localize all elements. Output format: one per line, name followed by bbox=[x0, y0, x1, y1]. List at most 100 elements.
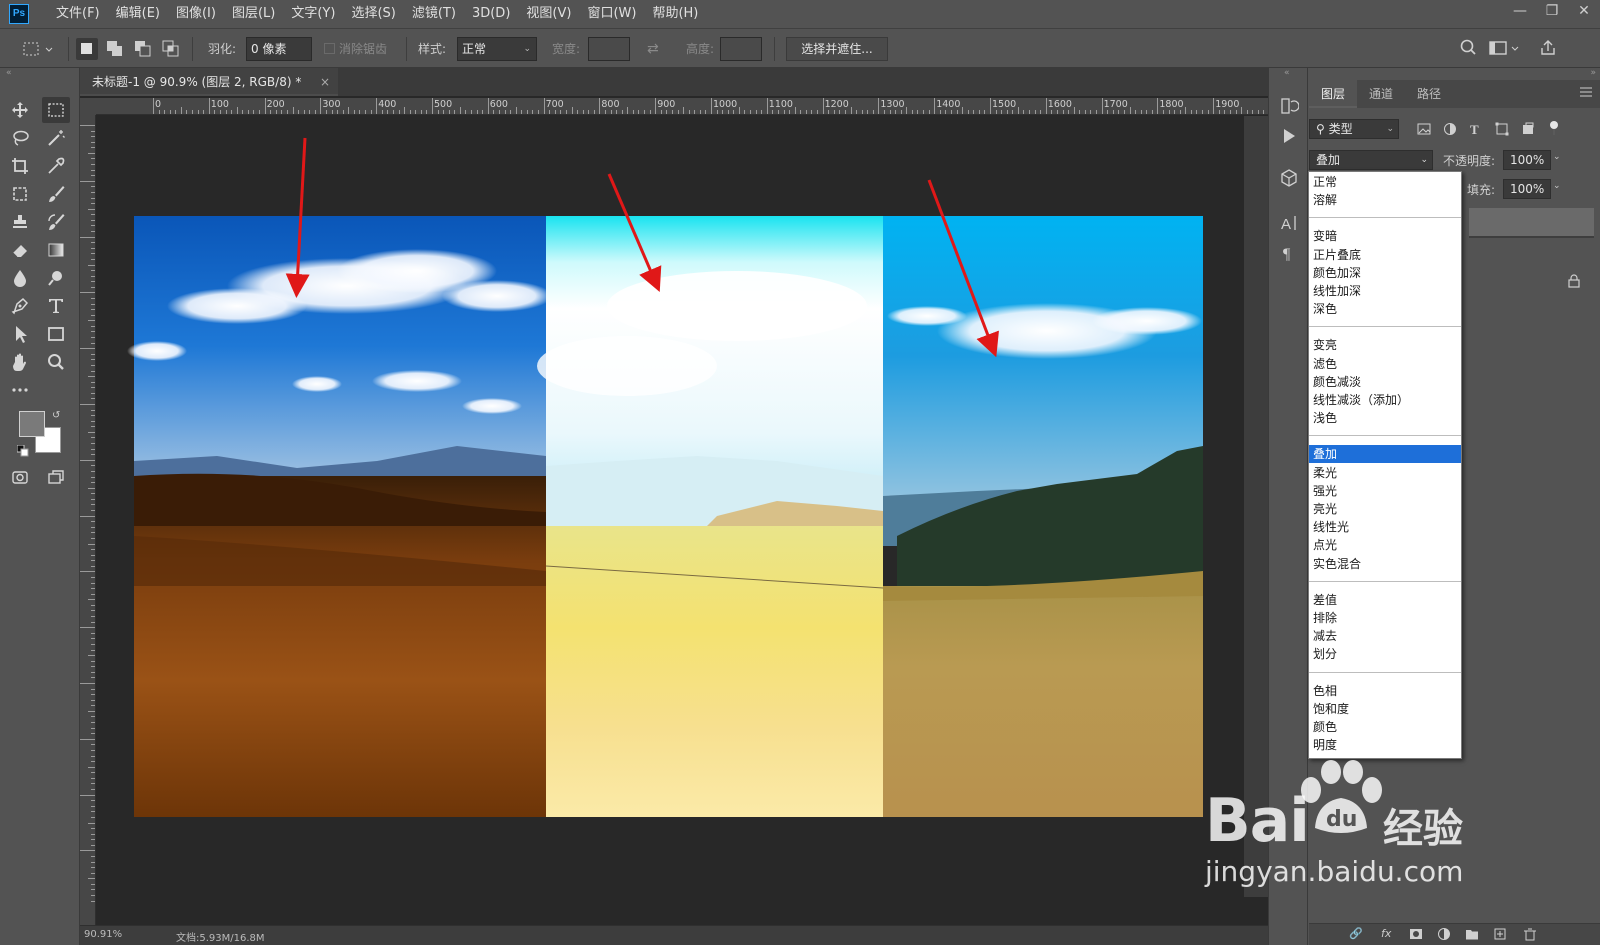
blend-mode-option[interactable]: 颜色 bbox=[1309, 718, 1461, 736]
blend-mode-option[interactable]: 变暗 bbox=[1309, 227, 1461, 245]
fx-icon[interactable]: fx bbox=[1381, 927, 1391, 940]
blend-mode-option[interactable]: 变亮 bbox=[1309, 336, 1461, 354]
blend-mode-option[interactable]: 减去 bbox=[1309, 627, 1461, 645]
blend-mode-option[interactable]: 饱和度 bbox=[1309, 700, 1461, 718]
menu-item[interactable]: 选择(S) bbox=[343, 0, 403, 28]
3d-panel-icon[interactable] bbox=[1279, 168, 1299, 188]
gradient-tool-icon[interactable] bbox=[42, 237, 70, 263]
crop-tool-icon[interactable] bbox=[6, 153, 34, 179]
paragraph-panel-icon[interactable]: ¶ bbox=[1279, 243, 1299, 263]
share-icon[interactable] bbox=[1538, 38, 1558, 60]
trash-icon[interactable] bbox=[1523, 927, 1537, 944]
marquee-preset-icon[interactable] bbox=[20, 38, 60, 60]
filter-shape-icon[interactable] bbox=[1495, 122, 1509, 139]
panel-tab[interactable]: 通道 bbox=[1357, 80, 1405, 108]
eyedropper-tool-icon[interactable] bbox=[42, 153, 70, 179]
subtract-selection-icon[interactable] bbox=[132, 38, 154, 60]
feather-input[interactable]: 0 像素 bbox=[246, 37, 312, 61]
screen-mode-icon[interactable] bbox=[42, 464, 70, 490]
filter-toggle-icon[interactable] bbox=[1549, 121, 1559, 138]
menu-item[interactable]: 文字(Y) bbox=[283, 0, 343, 28]
collapse-panel-icon[interactable]: » bbox=[1590, 68, 1596, 78]
blend-mode-option[interactable]: 正常 bbox=[1309, 173, 1461, 191]
rectangular-marquee-tool-icon[interactable] bbox=[42, 97, 70, 123]
layer-filter-select[interactable]: ⚲ 类型 ⌄ bbox=[1309, 119, 1399, 139]
magic-wand-tool-icon[interactable] bbox=[42, 125, 70, 151]
menu-item[interactable]: 图像(I) bbox=[168, 0, 224, 28]
frame-tool-icon[interactable] bbox=[6, 181, 34, 207]
blend-mode-option[interactable]: 实色混合 bbox=[1309, 555, 1461, 573]
edit-toolbar-icon[interactable] bbox=[6, 377, 34, 403]
swap-colors-icon[interactable]: ↺ bbox=[52, 410, 60, 421]
new-group-icon[interactable] bbox=[1465, 927, 1479, 944]
blend-mode-option[interactable]: 排除 bbox=[1309, 609, 1461, 627]
blend-mode-option[interactable]: 线性光 bbox=[1309, 518, 1461, 536]
blend-mode-option[interactable]: 滤色 bbox=[1309, 355, 1461, 373]
blend-mode-option[interactable]: 明度 bbox=[1309, 736, 1461, 754]
add-mask-icon[interactable] bbox=[1409, 927, 1423, 944]
clone-stamp-tool-icon[interactable] bbox=[6, 209, 34, 235]
history-panel-icon[interactable] bbox=[1279, 96, 1299, 116]
add-selection-icon[interactable] bbox=[104, 38, 126, 60]
horizontal-ruler[interactable]: 0 100 200 300 400 500 600 700 800 900 1000 1100 1200… bbox=[96, 98, 1268, 115]
path-selection-tool-icon[interactable] bbox=[6, 321, 34, 347]
quick-mask-icon[interactable] bbox=[6, 464, 34, 490]
menu-item[interactable]: 编辑(E) bbox=[108, 0, 168, 28]
document-tab[interactable]: 未标题-1 @ 90.9% (图层 2, RGB/8) * × bbox=[80, 68, 338, 96]
history-brush-tool-icon[interactable] bbox=[42, 209, 70, 235]
canvas-area[interactable] bbox=[97, 116, 1244, 897]
hand-tool-icon[interactable] bbox=[6, 349, 34, 375]
menu-item[interactable]: 帮助(H) bbox=[644, 0, 706, 28]
status-zoom[interactable]: 90.91% bbox=[84, 929, 122, 940]
intersect-selection-icon[interactable] bbox=[160, 38, 182, 60]
collapse-toolbox-icon[interactable]: « bbox=[6, 68, 12, 78]
filter-type-icon[interactable]: T bbox=[1469, 122, 1483, 139]
menu-item[interactable]: 图层(L) bbox=[224, 0, 283, 28]
fill-input[interactable]: 100% bbox=[1503, 179, 1551, 199]
minimize-icon[interactable]: — bbox=[1504, 0, 1536, 24]
expand-dock-icon[interactable]: « bbox=[1284, 68, 1290, 78]
new-selection-icon[interactable] bbox=[76, 38, 98, 60]
blend-mode-option[interactable]: 正片叠底 bbox=[1309, 246, 1461, 264]
brush-tool-icon[interactable] bbox=[42, 181, 70, 207]
blend-mode-option[interactable]: 亮光 bbox=[1309, 500, 1461, 518]
blend-mode-option[interactable]: 浅色 bbox=[1309, 409, 1461, 427]
zoom-tool-icon[interactable] bbox=[42, 349, 70, 375]
rectangle-tool-icon[interactable] bbox=[42, 321, 70, 347]
menu-item[interactable]: 视图(V) bbox=[518, 0, 579, 28]
blend-mode-option[interactable]: 点光 bbox=[1309, 536, 1461, 554]
type-tool-icon[interactable] bbox=[42, 293, 70, 319]
blend-mode-option[interactable]: 深色 bbox=[1309, 300, 1461, 318]
menu-item[interactable]: 3D(D) bbox=[464, 0, 518, 28]
blend-mode-option[interactable]: 溶解 bbox=[1309, 191, 1461, 209]
panel-menu-icon[interactable] bbox=[1580, 86, 1592, 100]
filter-adjustment-icon[interactable] bbox=[1443, 122, 1457, 139]
workspace-icon[interactable] bbox=[1488, 38, 1522, 60]
close-icon[interactable]: × bbox=[320, 68, 330, 96]
vertical-scrollbar[interactable] bbox=[1244, 116, 1268, 897]
layer-row-selected[interactable] bbox=[1469, 208, 1594, 236]
new-layer-icon[interactable] bbox=[1493, 927, 1507, 944]
character-panel-icon[interactable]: A bbox=[1279, 213, 1299, 233]
style-select[interactable]: 正常 ⌄ bbox=[457, 37, 537, 61]
move-tool-icon[interactable] bbox=[6, 97, 34, 123]
blend-mode-option[interactable]: 柔光 bbox=[1309, 464, 1461, 482]
menu-item[interactable]: 文件(F) bbox=[48, 0, 108, 28]
close-icon[interactable]: ✕ bbox=[1568, 0, 1600, 24]
blend-mode-option[interactable]: 强光 bbox=[1309, 482, 1461, 500]
lasso-tool-icon[interactable] bbox=[6, 125, 34, 151]
fill-slider-icon[interactable]: ⌄ bbox=[1553, 181, 1561, 191]
adjustment-layer-icon[interactable] bbox=[1437, 927, 1451, 944]
layer-row-background[interactable] bbox=[1469, 268, 1594, 296]
blend-mode-option[interactable]: 色相 bbox=[1309, 682, 1461, 700]
antialias-checkbox[interactable]: 消除锯齿 bbox=[324, 38, 387, 60]
opacity-slider-icon[interactable]: ⌄ bbox=[1553, 152, 1561, 162]
status-doc-size[interactable]: 文档:5.93M/16.8M bbox=[176, 929, 265, 944]
blend-mode-option[interactable]: 叠加 bbox=[1309, 445, 1461, 464]
blend-mode-option[interactable]: 差值 bbox=[1309, 591, 1461, 609]
blend-mode-option[interactable]: 线性加深 bbox=[1309, 282, 1461, 300]
blend-mode-option[interactable]: 颜色减淡 bbox=[1309, 373, 1461, 391]
blend-mode-select[interactable]: 叠加 ⌄ bbox=[1309, 150, 1433, 170]
restore-icon[interactable]: ❐ bbox=[1536, 0, 1568, 24]
menu-item[interactable]: 滤镜(T) bbox=[404, 0, 464, 28]
